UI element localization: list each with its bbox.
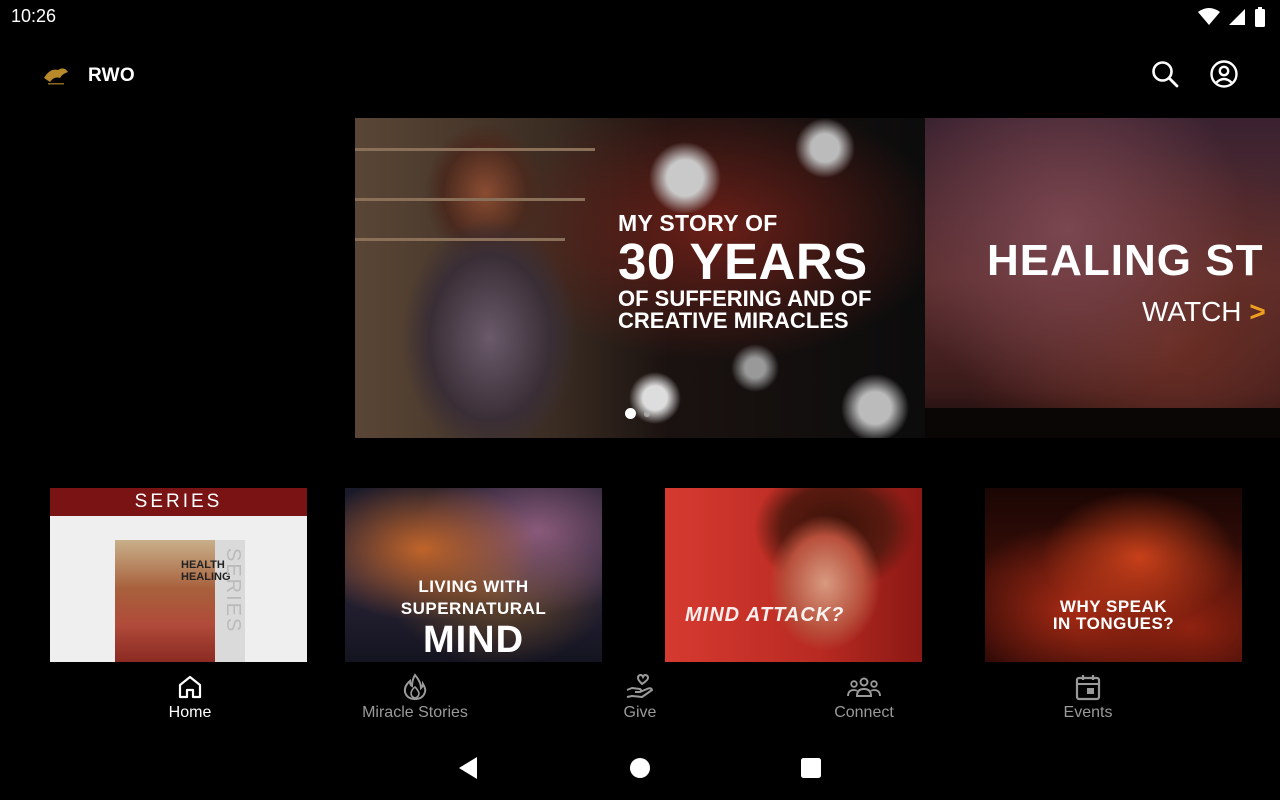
card-mind-attack[interactable]: MIND ATTACK?	[665, 488, 922, 662]
wifi-icon	[1198, 8, 1220, 31]
bookshelf-decoration	[355, 148, 595, 151]
hero-headline-line3: OF SUFFERING AND OF	[618, 286, 872, 311]
nav-item-miracle-stories[interactable]: Miracle Stories	[335, 672, 495, 722]
recents-icon	[800, 757, 822, 784]
nav-item-give[interactable]: Give	[560, 672, 720, 722]
hero-slide-miracle-story[interactable]: MY STORY OF 30 YEARS OF SUFFERING AND OF…	[355, 118, 925, 438]
hero-slide-healing[interactable]: HEALING ST WATCH >	[925, 118, 1280, 438]
nav-label-connect: Connect	[834, 704, 894, 721]
card-title: MIND ATTACK?	[685, 604, 845, 626]
app-title: RWO	[88, 65, 135, 86]
nav-label-home: Home	[168, 704, 212, 721]
carousel-dot-active[interactable]	[625, 408, 636, 419]
card-title-line1: LIVING WITH	[418, 577, 529, 596]
nav-label-give: Give	[623, 704, 657, 721]
watch-link[interactable]: WATCH >	[1142, 296, 1266, 328]
bookshelf-decoration	[355, 198, 585, 201]
content-cards-row: SERIES HEALTH HEALING SERIES LIVING WITH…	[0, 488, 1280, 662]
nav-item-connect[interactable]: Connect	[784, 672, 944, 722]
card-title: WHY SPEAK IN TONGUES?	[985, 598, 1242, 632]
hero-headline-line4: CREATIVE MIRACLES	[618, 308, 849, 333]
back-button[interactable]	[454, 756, 482, 784]
flame-icon	[335, 672, 495, 702]
nav-label-events: Events	[1063, 704, 1113, 721]
nav-item-home[interactable]: Home	[110, 672, 270, 722]
series-badge: SERIES	[50, 488, 307, 516]
hero-headline-line2: 30 YEARS	[618, 233, 868, 290]
watch-label: WATCH	[1142, 296, 1242, 327]
watch-arrow-icon: >	[1249, 296, 1266, 327]
card-title-line1: WHY SPEAK	[1059, 597, 1168, 616]
status-time: 10:26	[11, 6, 57, 26]
card-title: LIVING WITH SUPERNATURAL MIND	[345, 576, 602, 660]
people-group-icon	[784, 672, 944, 702]
nav-item-events[interactable]: Events	[1008, 672, 1168, 722]
card-side-text: SERIES	[222, 548, 244, 634]
series-badge-label: SERIES	[134, 491, 223, 512]
signal-icon	[1228, 8, 1246, 31]
rwo-logo-icon	[42, 64, 70, 86]
search-button[interactable]	[1147, 58, 1183, 94]
status-icons	[1198, 7, 1266, 32]
app-bar: RWO	[0, 48, 1280, 104]
home-system-button[interactable]	[626, 756, 654, 784]
card-why-speak-in-tongues[interactable]: WHY SPEAK IN TONGUES?	[985, 488, 1242, 662]
carousel-dot[interactable]	[644, 410, 650, 417]
nav-label-miracle-stories: Miracle Stories	[362, 704, 468, 721]
carousel-indicator	[625, 408, 650, 419]
hero-carousel[interactable]: MY STORY OF 30 YEARS OF SUFFERING AND OF…	[355, 118, 1280, 438]
home-icon	[110, 672, 270, 702]
give-heart-hand-icon	[560, 672, 720, 702]
card-title-line3: MIND	[422, 619, 525, 661]
card-title-line2: IN TONGUES?	[1052, 614, 1175, 633]
hero-slide-text: MY STORY OF 30 YEARS OF SUFFERING AND OF…	[618, 210, 871, 332]
home-circle-icon	[629, 757, 651, 784]
card-living-with-supernatural-mind[interactable]: LIVING WITH SUPERNATURAL MIND	[345, 488, 602, 662]
bottom-navigation: Home Miracle Stories Give Connect Events	[0, 662, 1280, 732]
status-bar: 10:26	[0, 0, 1280, 34]
system-navigation-bar	[0, 740, 1280, 800]
card-title-line2: SUPERNATURAL	[400, 599, 547, 618]
horizon-decoration	[925, 408, 1280, 438]
back-icon	[457, 756, 479, 785]
card-health-healing-series[interactable]: SERIES HEALTH HEALING SERIES	[50, 488, 307, 662]
recents-button[interactable]	[797, 756, 825, 784]
bookshelf-decoration	[355, 238, 565, 241]
battery-icon	[1254, 7, 1266, 32]
search-icon	[1150, 59, 1180, 94]
account-icon	[1209, 59, 1239, 94]
calendar-icon	[1008, 672, 1168, 702]
hero-slide2-title: HEALING ST	[987, 236, 1264, 285]
account-button[interactable]	[1206, 58, 1242, 94]
